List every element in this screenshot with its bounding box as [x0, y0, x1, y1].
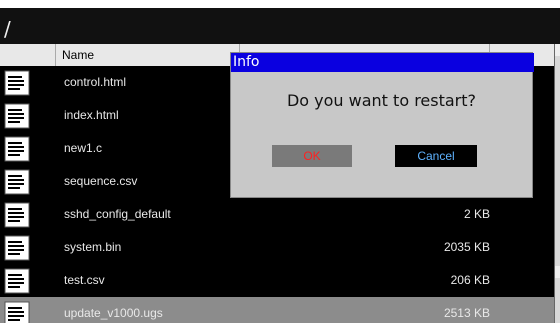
header-icon-column[interactable]: [0, 44, 56, 66]
document-icon: [4, 268, 30, 294]
scroll-thumb[interactable]: [555, 266, 560, 278]
header-name-column[interactable]: Name: [56, 44, 240, 66]
document-icon: [4, 103, 30, 129]
file-name: new1.c: [64, 141, 103, 155]
document-icon: [4, 301, 30, 323]
dialog-title: Info: [231, 53, 534, 72]
file-row-selected[interactable]: update_v1000.ugs 2513 KB: [0, 297, 555, 323]
cancel-button[interactable]: Cancel: [395, 145, 477, 167]
file-name: test.csv: [64, 273, 105, 287]
dialog-message: Do you want to restart?: [286, 91, 477, 110]
file-name: sshd_config_default: [64, 207, 171, 221]
file-name: control.html: [64, 75, 127, 89]
document-icon: [4, 70, 30, 96]
info-dialog: Info Do you want to restart? OK Cancel: [230, 52, 534, 198]
file-row[interactable]: test.csv 206 KB: [0, 264, 555, 297]
file-row[interactable]: sshd_config_default 2 KB: [0, 198, 555, 231]
file-size: 2513 KB: [443, 306, 490, 320]
current-path: /: [4, 17, 11, 41]
document-icon: [4, 169, 30, 195]
document-icon: [4, 202, 30, 228]
scroll-up-arrow[interactable]: [555, 44, 560, 56]
ok-button[interactable]: OK: [272, 145, 352, 167]
file-name: system.bin: [64, 240, 122, 254]
vertical-scrollbar[interactable]: [554, 44, 560, 323]
file-row[interactable]: system.bin 2035 KB: [0, 231, 555, 264]
file-name: sequence.csv: [64, 174, 138, 188]
file-size: 2 KB: [463, 207, 490, 221]
file-name: index.html: [64, 108, 119, 122]
file-size: 2035 KB: [443, 240, 490, 254]
document-icon: [4, 235, 30, 261]
file-size: 206 KB: [450, 273, 490, 287]
path-bar: /: [0, 8, 560, 44]
document-icon: [4, 136, 30, 162]
file-name: update_v1000.ugs: [64, 306, 163, 320]
